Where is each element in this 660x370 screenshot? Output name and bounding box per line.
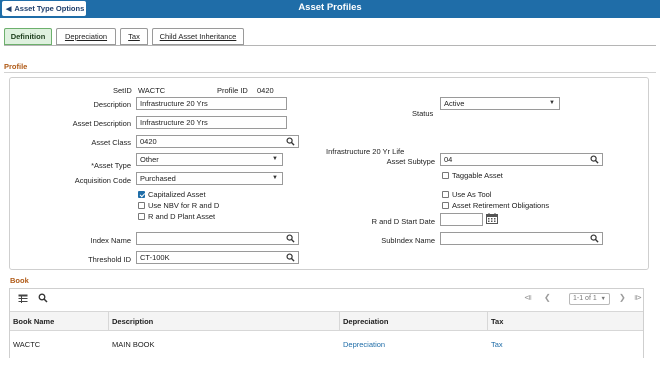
use-nbv-checkbox[interactable] xyxy=(138,202,145,209)
tab-divider xyxy=(4,45,656,46)
description-field[interactable]: Infrastructure 20 Yrs xyxy=(136,97,287,110)
search-icon[interactable] xyxy=(590,155,599,164)
search-icon[interactable] xyxy=(38,293,48,303)
capitalized-asset-checkbox[interactable] xyxy=(138,191,145,198)
book-name-cell: WACTC xyxy=(13,340,41,349)
table-row: WACTC MAIN BOOK Depreciation Tax xyxy=(10,331,643,358)
tax-link[interactable]: Tax xyxy=(488,331,645,358)
last-page-icon[interactable]: ⧐ xyxy=(634,293,642,302)
next-page-icon[interactable]: ❯ xyxy=(619,293,626,302)
profile-id-label: Profile ID xyxy=(217,86,248,95)
status-label: Status xyxy=(412,109,434,118)
acquisition-code-value: Purchased xyxy=(140,174,176,183)
profile-section-rule xyxy=(4,72,656,73)
search-icon[interactable] xyxy=(286,253,295,262)
aro-checkbox[interactable] xyxy=(442,202,449,209)
asset-type-value: Other xyxy=(140,155,159,164)
asset-class-value: 0420 xyxy=(140,137,157,146)
aro-label: Asset Retirement Obligations xyxy=(452,201,550,210)
setid-value: WACTC xyxy=(138,86,166,95)
asset-class-field[interactable]: 0420 xyxy=(136,135,299,148)
rd-start-date-label: R and D Start Date xyxy=(371,217,435,226)
page-title: Asset Profiles xyxy=(298,2,362,13)
book-grid: ⧏ ❮ 1-1 of 1 ▼ ❯ ⧐ Book Name Description… xyxy=(9,288,644,358)
status-select[interactable]: Active ▼ xyxy=(440,97,560,110)
book-section-title: Book xyxy=(10,276,29,285)
search-icon[interactable] xyxy=(590,234,599,243)
asset-subtype-label: Asset Subtype xyxy=(386,157,435,166)
tab-tax[interactable]: Tax xyxy=(120,28,148,45)
description-label: Description xyxy=(93,100,131,109)
depreciation-link[interactable]: Depreciation xyxy=(340,331,488,358)
capitalized-asset-label: Capitalized Asset xyxy=(148,190,206,199)
tab-child-asset-inheritance[interactable]: Child Asset Inheritance xyxy=(152,28,244,45)
index-name-label: Index Name xyxy=(90,236,131,245)
previous-page-icon[interactable]: ❮ xyxy=(544,293,551,302)
row-range-select[interactable]: 1-1 of 1 ▼ xyxy=(569,293,610,305)
rd-plant-asset-checkbox[interactable] xyxy=(138,213,145,220)
calendar-icon[interactable] xyxy=(486,213,498,224)
taggable-asset-label: Taggable Asset xyxy=(452,171,503,180)
chevron-down-icon: ▼ xyxy=(549,100,555,106)
first-page-icon[interactable]: ⧏ xyxy=(524,293,532,302)
subindex-name-field[interactable] xyxy=(440,232,603,245)
personalize-grid-icon[interactable] xyxy=(18,294,28,303)
row-range-value: 1-1 of 1 xyxy=(573,295,597,302)
use-as-tool-label: Use As Tool xyxy=(452,190,492,199)
index-name-field[interactable] xyxy=(136,232,299,245)
search-icon[interactable] xyxy=(286,137,295,146)
book-grid-toolbar: ⧏ ❮ 1-1 of 1 ▼ ❯ ⧐ xyxy=(10,289,643,311)
taggable-asset-checkbox[interactable] xyxy=(442,172,449,179)
asset-description-label: Asset Description xyxy=(72,119,131,128)
threshold-id-value: CT-100K xyxy=(140,253,170,262)
search-icon[interactable] xyxy=(286,234,295,243)
asset-class-label: Asset Class xyxy=(91,138,131,147)
tab-depreciation[interactable]: Depreciation xyxy=(56,28,116,45)
profile-id-value: 0420 xyxy=(257,86,274,95)
asset-class-description: Infrastructure 20 Yr Life xyxy=(326,147,405,156)
column-header-book-name: Book Name xyxy=(10,312,109,332)
setid-label: SetID xyxy=(113,86,132,95)
chevron-down-icon: ▼ xyxy=(272,156,278,162)
use-nbv-label: Use NBV for R and D xyxy=(148,201,220,210)
asset-type-select[interactable]: Other ▼ xyxy=(136,153,283,166)
asset-subtype-value: 04 xyxy=(444,155,453,164)
asset-description-field[interactable]: Infrastructure 20 Yrs xyxy=(136,116,287,129)
book-grid-header: Book Name Description Depreciation Tax xyxy=(10,311,643,332)
profile-section-title: Profile xyxy=(4,62,28,71)
rd-start-date-field[interactable] xyxy=(440,213,483,226)
status-select-value: Active xyxy=(444,99,465,108)
asset-type-label: *Asset Type xyxy=(91,161,131,170)
threshold-id-label: Threshold ID xyxy=(88,255,131,264)
acquisition-code-label: Acquisition Code xyxy=(74,176,131,185)
chevron-down-icon: ▼ xyxy=(600,296,606,302)
rd-plant-asset-label: R and D Plant Asset xyxy=(148,212,216,221)
threshold-id-field[interactable]: CT-100K xyxy=(136,251,299,264)
column-header-description: Description xyxy=(109,312,340,332)
use-as-tool-checkbox[interactable] xyxy=(442,191,449,198)
tab-definition[interactable]: Definition xyxy=(4,28,52,45)
description-cell: MAIN BOOK xyxy=(112,340,155,349)
subindex-name-label: SubIndex Name xyxy=(381,236,435,245)
chevron-down-icon: ▼ xyxy=(272,175,278,181)
asset-subtype-field[interactable]: 04 xyxy=(440,153,603,166)
column-header-tax: Tax xyxy=(491,317,504,326)
page-header: ◀ Asset Type Options Asset Profiles xyxy=(0,0,660,18)
acquisition-code-select[interactable]: Purchased ▼ xyxy=(136,172,283,185)
column-header-depreciation: Depreciation xyxy=(340,312,488,332)
